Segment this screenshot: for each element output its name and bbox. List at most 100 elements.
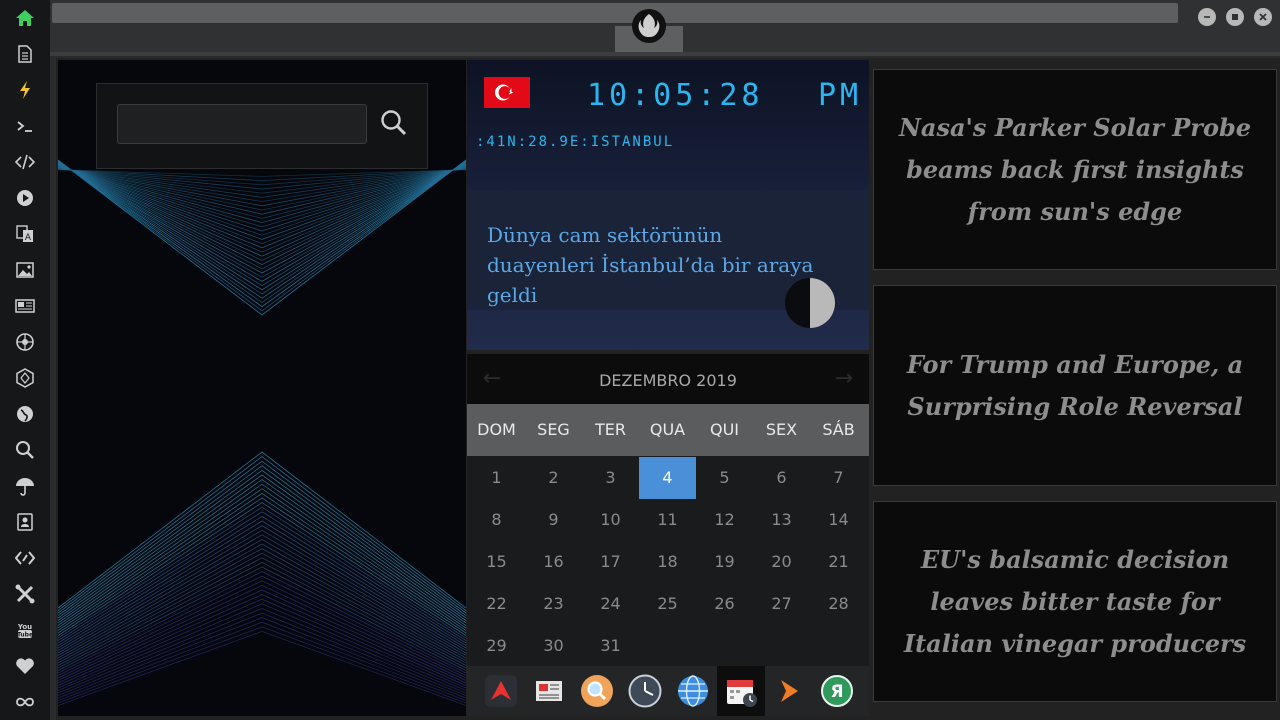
heart-icon[interactable]: [13, 654, 37, 678]
calendar-day[interactable]: 13: [753, 499, 810, 541]
calendar-day[interactable]: 11: [639, 499, 696, 541]
calendar-day[interactable]: 2: [525, 457, 582, 499]
calendar-day[interactable]: 9: [525, 499, 582, 541]
minimize-button[interactable]: [1198, 8, 1216, 26]
calendar-day[interactable]: 5: [696, 457, 753, 499]
search-icon: [381, 110, 407, 136]
calendar-day-selected[interactable]: 4: [639, 457, 696, 499]
day-name: SEX: [765, 420, 798, 439]
rebel-emblem-icon[interactable]: [13, 330, 37, 354]
svg-text:Tube: Tube: [17, 632, 33, 639]
moon-phase-icon: [785, 278, 835, 328]
calendar-day[interactable]: 27: [753, 583, 810, 625]
globe-app-icon[interactable]: [669, 666, 717, 716]
lightning-icon[interactable]: [13, 78, 37, 102]
day-name: SEG: [537, 420, 570, 439]
day-name: TER: [595, 420, 626, 439]
arrow-app-icon[interactable]: [477, 666, 525, 716]
image-icon[interactable]: [13, 258, 37, 282]
search-input[interactable]: [117, 104, 367, 144]
news-title[interactable]: For Trump and Europe, a Surprising Role …: [895, 344, 1255, 428]
clock-time: 10:05:28: [587, 78, 764, 113]
news-icon[interactable]: [13, 294, 37, 318]
news-title[interactable]: Nasa's Parker Solar Probe beams back fir…: [895, 107, 1255, 233]
calendar-day[interactable]: 23: [525, 583, 582, 625]
clock-widget: 10:05:28 PM :41N:28.9E:ISTANBUL Dünya ca…: [467, 60, 869, 350]
newspaper-app-icon[interactable]: [525, 666, 573, 716]
svg-text:A: A: [25, 233, 32, 243]
search-icon[interactable]: [13, 438, 37, 462]
calendar-next-button[interactable]: →: [831, 366, 857, 392]
calendar-day[interactable]: 10: [582, 499, 639, 541]
calendar-app-icon[interactable]: [717, 666, 765, 716]
news-card[interactable]: EU's balsamic decision leaves bitter tas…: [873, 501, 1277, 702]
calendar-day-names: DOM SEG TER QUA QUI SEX SÁB: [467, 404, 869, 456]
search-button[interactable]: [377, 106, 411, 140]
code-icon[interactable]: [13, 150, 37, 174]
terminal-icon[interactable]: [13, 114, 37, 138]
calendar-day[interactable]: 31: [582, 625, 639, 667]
tag-icon[interactable]: [13, 546, 37, 570]
day-name: SÁB: [822, 420, 855, 439]
calendar-day[interactable]: 15: [468, 541, 525, 583]
day-name: QUA: [649, 420, 686, 439]
calendar-day[interactable]: 21: [810, 541, 867, 583]
youtube-icon[interactable]: You Tube: [13, 618, 37, 642]
maximize-button[interactable]: [1226, 8, 1244, 26]
day-name: QUI: [709, 420, 740, 439]
umbrella-icon[interactable]: [13, 474, 37, 498]
globe-icon[interactable]: [13, 402, 37, 426]
search-panel: [96, 83, 428, 169]
calendar-day[interactable]: 19: [696, 541, 753, 583]
turkey-flag-icon: [484, 77, 530, 108]
close-button[interactable]: [1254, 8, 1272, 26]
calendar-day[interactable]: 3: [582, 457, 639, 499]
search-app-icon[interactable]: [573, 666, 621, 716]
calendar-day[interactable]: 26: [696, 583, 753, 625]
home-icon[interactable]: [13, 6, 37, 30]
window-titlebar: [50, 0, 1280, 56]
calendar-header: DEZEMBRO 2019 ← →: [467, 354, 869, 404]
app-dock: Я: [467, 666, 869, 716]
svg-text:You: You: [17, 623, 32, 631]
hexagon-icon[interactable]: [13, 366, 37, 390]
tools-icon[interactable]: [13, 582, 37, 606]
calendar-day[interactable]: 18: [639, 541, 696, 583]
calendar-prev-button[interactable]: ←: [479, 366, 505, 392]
svg-text:Я: Я: [830, 682, 843, 702]
contacts-icon[interactable]: [13, 510, 37, 534]
clock-app-icon[interactable]: [621, 666, 669, 716]
calendar-day[interactable]: 24: [582, 583, 639, 625]
document-icon[interactable]: [13, 42, 37, 66]
news-title[interactable]: EU's balsamic decision leaves bitter tas…: [895, 539, 1255, 665]
calendar-day[interactable]: 14: [810, 499, 867, 541]
calendar-day[interactable]: 25: [639, 583, 696, 625]
calendar-day[interactable]: 8: [468, 499, 525, 541]
play-app-icon[interactable]: [765, 666, 813, 716]
calendar-day[interactable]: 20: [753, 541, 810, 583]
clock-ampm: PM: [818, 78, 863, 113]
news-card[interactable]: Nasa's Parker Solar Probe beams back fir…: [873, 69, 1277, 270]
infinity-icon[interactable]: [13, 690, 37, 714]
titlebar-divider: [50, 52, 1280, 56]
calendar-day[interactable]: 22: [468, 583, 525, 625]
title-field[interactable]: [52, 3, 1178, 23]
play-icon[interactable]: [13, 186, 37, 210]
calendar-day[interactable]: 6: [753, 457, 810, 499]
calendar-day[interactable]: 1: [468, 457, 525, 499]
app-sidebar: A You Tube: [0, 0, 50, 720]
calendar-day[interactable]: 17: [582, 541, 639, 583]
calendar-day[interactable]: 30: [525, 625, 582, 667]
yandex-app-icon[interactable]: Я: [813, 666, 861, 716]
calendar-day[interactable]: 16: [525, 541, 582, 583]
calendar-day[interactable]: 7: [810, 457, 867, 499]
rebel-emblem-logo: [631, 8, 667, 44]
news-card[interactable]: For Trump and Europe, a Surprising Role …: [873, 285, 1277, 486]
translate-icon[interactable]: A: [13, 222, 37, 246]
calendar-day[interactable]: 28: [810, 583, 867, 625]
headline-text[interactable]: Dünya cam sektörünün duayenleri İstanbul…: [487, 220, 827, 310]
calendar-day[interactable]: 29: [468, 625, 525, 667]
calendar-month: DEZEMBRO 2019: [599, 371, 737, 390]
calendar-day[interactable]: 12: [696, 499, 753, 541]
clock-location: :41N:28.9E:ISTANBUL: [476, 134, 675, 150]
